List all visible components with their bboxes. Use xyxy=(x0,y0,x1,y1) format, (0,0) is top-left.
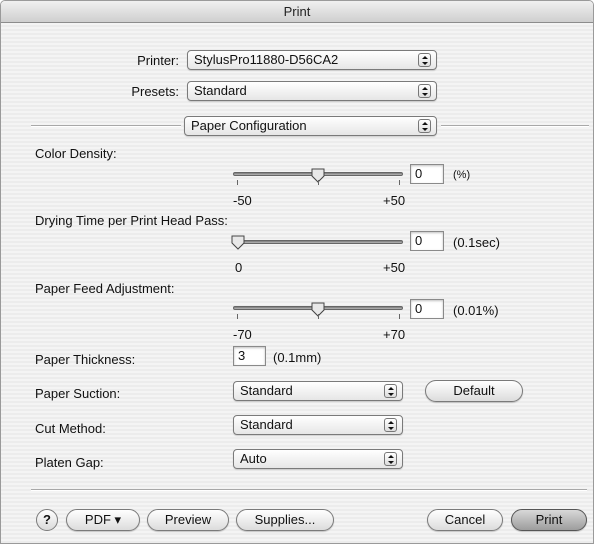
popup-arrows-icon xyxy=(418,119,431,133)
drying-time-track[interactable] xyxy=(233,240,403,244)
tick-mark xyxy=(237,180,238,185)
printer-popup[interactable]: StylusPro11880-D56CA2 xyxy=(187,50,437,70)
drying-time-min: 0 xyxy=(235,260,243,275)
drying-time-thumb[interactable] xyxy=(231,235,245,250)
presets-label: Presets: xyxy=(131,84,179,99)
color-density-min: -50 xyxy=(233,193,252,208)
cut-method-label: Cut Method: xyxy=(35,421,106,436)
footer-separator xyxy=(31,489,587,490)
popup-arrows-icon xyxy=(418,53,431,67)
tick-mark xyxy=(318,314,319,319)
paper-suction-popup[interactable]: Standard xyxy=(233,381,403,401)
print-button[interactable]: Print xyxy=(511,509,587,531)
platen-gap-label: Platen Gap: xyxy=(35,455,104,470)
cancel-button[interactable]: Cancel xyxy=(427,509,503,531)
paper-thickness-label: Paper Thickness: xyxy=(35,352,136,367)
preview-button[interactable]: Preview xyxy=(147,509,229,531)
color-density-field[interactable]: 0 xyxy=(410,164,444,184)
print-dialog: Print Printer: StylusPro11880-D56CA2 Pre… xyxy=(0,0,594,544)
tick-mark xyxy=(237,314,238,319)
tick-mark xyxy=(399,180,400,185)
paper-feed-min: -70 xyxy=(233,327,252,342)
popup-arrows-icon xyxy=(384,418,397,432)
drying-time-max: +50 xyxy=(383,260,406,275)
popup-arrows-icon xyxy=(418,84,431,98)
tick-mark xyxy=(399,314,400,319)
cut-method-popup[interactable]: Standard xyxy=(233,415,403,435)
separator-right xyxy=(441,125,589,126)
paper-suction-label: Paper Suction: xyxy=(35,386,121,401)
pane-value: Paper Configuration xyxy=(191,118,307,133)
supplies-button[interactable]: Supplies... xyxy=(236,509,334,531)
paper-thickness-unit: (0.1mm) xyxy=(273,350,322,365)
paper-feed-label: Paper Feed Adjustment: xyxy=(35,281,175,296)
paper-feed-max: +70 xyxy=(383,327,406,342)
color-density-max: +50 xyxy=(383,193,406,208)
color-density-label: Color Density: xyxy=(35,146,117,161)
drying-time-unit: (0.1sec) xyxy=(453,235,500,250)
paper-suction-value: Standard xyxy=(240,383,293,398)
cut-method-value: Standard xyxy=(240,417,293,432)
platen-gap-value: Auto xyxy=(240,451,267,466)
presets-value: Standard xyxy=(194,83,247,98)
pane-popup[interactable]: Paper Configuration xyxy=(184,116,437,136)
platen-gap-popup[interactable]: Auto xyxy=(233,449,403,469)
popup-arrows-icon xyxy=(384,384,397,398)
printer-label: Printer: xyxy=(137,53,179,68)
popup-arrows-icon xyxy=(384,452,397,466)
pdf-button[interactable]: PDF ▾ xyxy=(66,509,140,531)
drying-time-label: Drying Time per Print Head Pass: xyxy=(35,213,228,228)
tick-mark xyxy=(318,180,319,185)
default-button[interactable]: Default xyxy=(425,380,523,402)
drying-time-field[interactable]: 0 xyxy=(410,231,444,251)
paper-thickness-field[interactable]: 3 xyxy=(233,346,266,366)
window-title: Print xyxy=(1,1,593,23)
color-density-unit: (%) xyxy=(453,169,471,181)
printer-value: StylusPro11880-D56CA2 xyxy=(194,52,339,67)
separator-left xyxy=(31,125,181,126)
paper-feed-field[interactable]: 0 xyxy=(410,299,444,319)
help-button[interactable]: ? xyxy=(36,509,58,531)
presets-popup[interactable]: Standard xyxy=(187,81,437,101)
paper-feed-unit: (0.01%) xyxy=(453,303,499,318)
